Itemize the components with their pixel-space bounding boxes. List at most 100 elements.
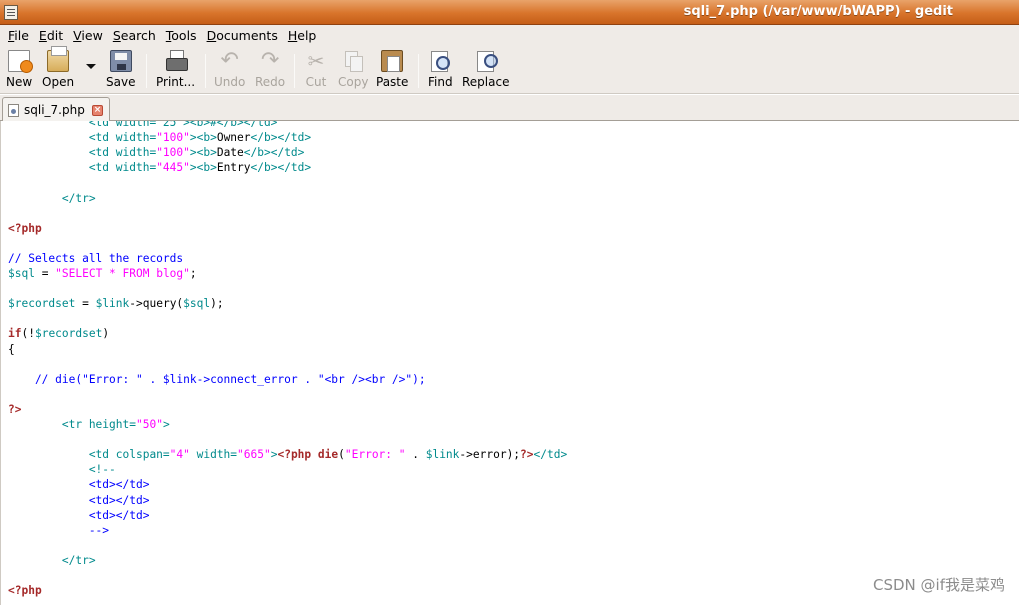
- replace-button[interactable]: Replace: [462, 50, 509, 92]
- printer-icon: [165, 50, 188, 72]
- code-token: "445": [156, 161, 190, 175]
- code-token: "50": [135, 418, 163, 431]
- tab-label: sqli_7.php: [24, 103, 85, 117]
- menu-mnemonic: H: [287, 28, 298, 43]
- window-title: sqli_7.php (/var/www/bWAPP) - gedit: [683, 4, 953, 19]
- php-file-icon: [8, 103, 19, 117]
- code-token: ;: [189, 267, 197, 280]
- code-line: $recordset = $link->query($sql);: [8, 296, 224, 311]
- undo-button-label: Undo: [214, 75, 246, 89]
- code-token: $recordset: [34, 327, 103, 341]
- code-token: ><b>: [189, 146, 217, 160]
- code-token: Owner: [216, 131, 251, 145]
- code-token: </td>: [533, 448, 568, 462]
- code-token: ): [102, 327, 110, 341]
- code-token: <td></td>: [8, 493, 150, 507]
- toolbar-separator: [418, 54, 419, 88]
- find-button[interactable]: Find: [428, 50, 453, 92]
- code-token: >: [162, 418, 170, 431]
- undo-button[interactable]: ↶ Undo: [214, 50, 245, 92]
- print-button[interactable]: Print...: [156, 50, 195, 92]
- code-editor[interactable]: <td width="25"><b>#</b></td> <td width="…: [0, 121, 1019, 605]
- replace-button-label: Replace: [462, 75, 510, 89]
- title-bar: sqli_7.php (/var/www/bWAPP) - gedit: [0, 0, 1019, 25]
- tab-sqli-7-php[interactable]: sqli_7.php ×: [2, 97, 110, 122]
- menu-item-tools[interactable]: Tools: [161, 28, 202, 43]
- cut-button[interactable]: ✂ Cut: [305, 50, 327, 92]
- code-token: query(: [142, 297, 184, 311]
- code-token: <?php: [8, 584, 42, 598]
- code-token: =: [34, 267, 56, 280]
- gedit-app-icon[interactable]: [4, 5, 18, 20]
- save-button[interactable]: Save: [106, 50, 135, 92]
- new-button-label: New: [6, 75, 33, 89]
- undo-arrow-icon: ↶: [220, 48, 239, 73]
- save-disk-icon: [109, 50, 132, 72]
- toolbar: New Open Save Print... ↶ Undo ↷ Redo ✂ C…: [0, 46, 1019, 94]
- code-line: {: [8, 342, 15, 357]
- save-button-label: Save: [106, 75, 136, 89]
- code-token: "100": [156, 146, 190, 160]
- copy-button[interactable]: Copy: [338, 50, 368, 92]
- code-line: <td width="100"><b>Date</b></td>: [8, 145, 305, 160]
- menu-label-rest: elp: [297, 28, 317, 43]
- code-token: <td width=: [8, 131, 157, 145]
- open-recent-dropdown-icon[interactable]: [86, 64, 96, 69]
- new-button[interactable]: New: [6, 50, 34, 92]
- code-token: <tr height=: [8, 418, 136, 431]
- menu-item-file[interactable]: File: [3, 28, 34, 43]
- code-token: "100": [156, 131, 190, 145]
- find-replace-icon: [475, 50, 498, 72]
- redo-button-label: Redo: [255, 75, 286, 89]
- code-token: $sql: [8, 267, 35, 280]
- code-line: <?php: [8, 583, 42, 598]
- code-line: <td></td>: [8, 508, 150, 523]
- menu-item-view[interactable]: View: [68, 28, 108, 43]
- code-line: <td></td>: [8, 477, 150, 492]
- menu-label-rest: ile: [14, 28, 29, 43]
- code-token: // die("Error: " . $link->connect_error …: [8, 372, 426, 386]
- code-token: width=: [189, 448, 238, 462]
- code-token: -->: [8, 523, 110, 537]
- code-token: </b></td>: [250, 131, 312, 145]
- scissors-icon: ✂: [307, 49, 325, 73]
- code-token: );: [210, 297, 224, 311]
- code-token: </b></td>: [250, 161, 312, 175]
- code-token: =: [75, 297, 96, 311]
- code-token: if: [8, 327, 22, 341]
- code-token: (!: [21, 327, 35, 341]
- menu-item-search[interactable]: Search: [108, 28, 161, 43]
- menu-item-edit[interactable]: Edit: [34, 28, 68, 43]
- code-line: <td width="100"><b>Owner</b></td>: [8, 130, 311, 145]
- code-token: Entry: [216, 161, 251, 175]
- toolbar-separator: [294, 54, 295, 88]
- code-token: $link: [425, 448, 460, 462]
- code-token: </tr>: [8, 553, 96, 567]
- menu-label-rest: dit: [46, 28, 64, 43]
- code-token: "665": [237, 448, 271, 462]
- code-line: ?>: [8, 402, 21, 417]
- paste-button-label: Paste: [376, 75, 409, 89]
- menu-item-help[interactable]: Help: [283, 28, 322, 43]
- code-token: <?php: [277, 448, 312, 462]
- watermark: CSDN @if我是菜鸡: [873, 576, 1005, 594]
- menu-label-rest: iew: [81, 28, 103, 43]
- code-line: <!--: [8, 462, 116, 477]
- document-tab-bar: sqli_7.php ×: [0, 95, 1019, 122]
- find-magnifier-icon: [429, 50, 451, 72]
- code-token: ->: [129, 297, 143, 311]
- redo-button[interactable]: ↷ Redo: [255, 50, 285, 92]
- close-tab-icon[interactable]: ×: [92, 105, 103, 116]
- code-token: {: [8, 342, 15, 356]
- paste-button[interactable]: Paste: [376, 50, 408, 92]
- code-token: $sql: [183, 297, 211, 311]
- code-token: ><b>: [189, 161, 217, 175]
- redo-arrow-icon: ↷: [260, 48, 280, 73]
- open-button[interactable]: Open: [42, 46, 74, 92]
- menu-item-documents[interactable]: Documents: [202, 28, 283, 43]
- code-line: // Selects all the records: [8, 251, 183, 266]
- code-token: <td width=: [8, 161, 157, 175]
- code-line: <tr height="50">: [8, 417, 170, 432]
- code-token: </tr>: [8, 191, 96, 205]
- menu-label-rest: ools: [171, 28, 197, 43]
